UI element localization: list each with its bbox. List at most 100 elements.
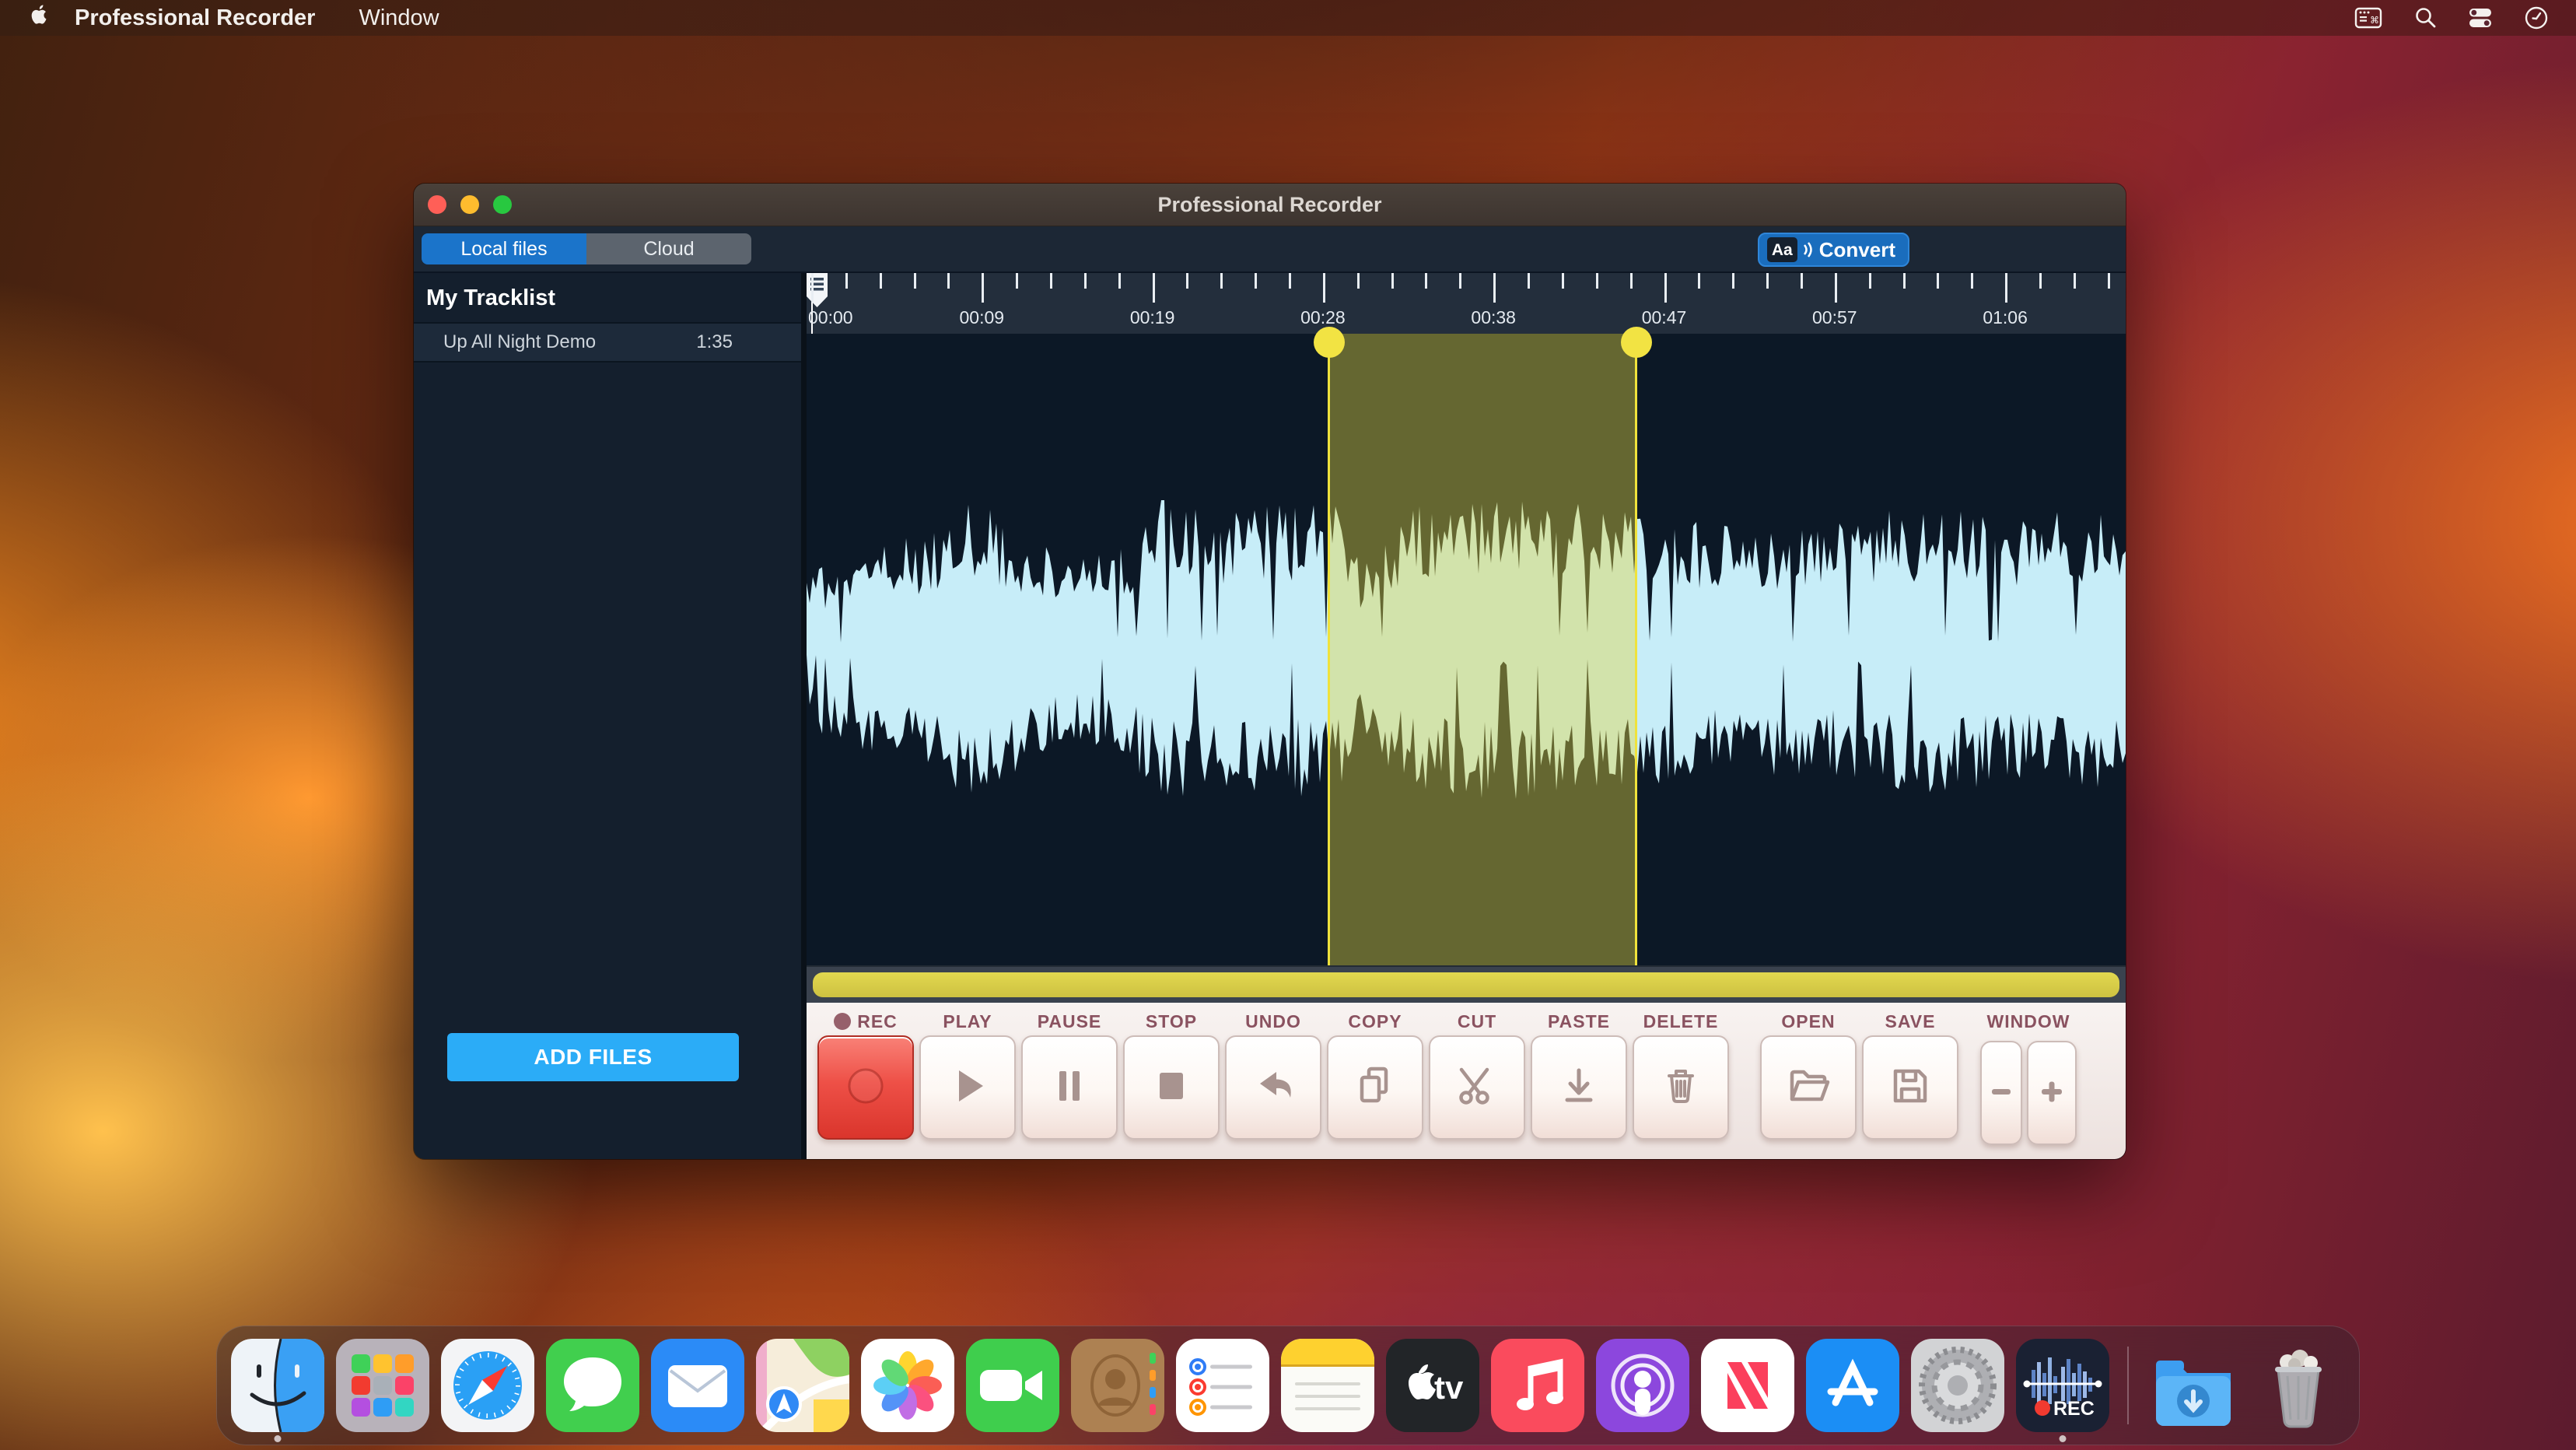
plus-button[interactable] [2027, 1041, 2077, 1145]
keyboard-input-icon[interactable]: ⌘ [2354, 5, 2383, 30]
undo-button[interactable] [1225, 1035, 1321, 1140]
ruler-tick [1425, 273, 1427, 289]
dock-notes-icon[interactable] [1281, 1339, 1374, 1432]
editor-area: 00:0000:0900:1900:2800:3800:4700:5701:06… [807, 273, 2126, 1159]
toolbar-label-window: WINDOW [1987, 1007, 2070, 1035]
dock-podcasts-icon[interactable] [1596, 1339, 1689, 1432]
close-button[interactable] [428, 195, 446, 214]
clock-icon[interactable] [2523, 5, 2550, 31]
ruler-tick [2039, 273, 2042, 289]
svg-text:REC: REC [2053, 1398, 2095, 1420]
ruler-tick [914, 273, 916, 289]
dock-reminders-icon[interactable] [1176, 1339, 1269, 1432]
time-label: 01:06 [1983, 307, 2028, 328]
menu-item-window[interactable]: Window [359, 5, 439, 31]
selection-region[interactable] [1328, 334, 1637, 965]
dock-messages-icon[interactable] [546, 1339, 639, 1432]
convert-label: Convert [1819, 238, 1895, 262]
rec-button[interactable] [817, 1035, 914, 1140]
save-icon [1885, 1061, 1935, 1115]
dock-app-store-icon[interactable] [1806, 1339, 1899, 1432]
save-button[interactable] [1862, 1035, 1958, 1140]
play-icon [943, 1061, 992, 1115]
menu-app-name[interactable]: Professional Recorder [75, 5, 315, 31]
tab-bar: Local files Cloud Aa Convert [414, 226, 2126, 273]
ruler-tick [1289, 273, 1291, 289]
ruler-tick [1493, 273, 1496, 303]
toolbar-label-copy: COPY [1348, 1007, 1402, 1035]
convert-button[interactable]: Aa Convert [1758, 233, 1909, 267]
dock-contacts-icon[interactable] [1071, 1339, 1164, 1432]
ruler-tick [947, 273, 950, 289]
control-center-icon[interactable] [2467, 5, 2494, 30]
svg-text:tv: tv [1434, 1369, 1464, 1406]
ruler-tick [1801, 273, 1803, 289]
ruler-tick [982, 273, 984, 303]
dock-trash-icon[interactable] [2252, 1339, 2345, 1432]
cut-icon [1452, 1061, 1502, 1115]
menubar-status-icons: ⌘ [2354, 5, 2550, 31]
ruler-tick [1732, 273, 1734, 289]
toolbar-label-stop: STOP [1146, 1007, 1197, 1035]
delete-button[interactable] [1633, 1035, 1729, 1140]
pause-button[interactable] [1021, 1035, 1118, 1140]
zoom-button[interactable] [493, 195, 512, 214]
paste-button[interactable] [1531, 1035, 1627, 1140]
selection-start-handle[interactable] [1314, 327, 1345, 358]
dock-mail-icon[interactable] [651, 1339, 744, 1432]
dock-facetime-icon[interactable] [966, 1339, 1059, 1432]
ruler-tick [845, 273, 848, 289]
waveform-area[interactable] [807, 334, 2126, 965]
time-label: 00:00 [808, 307, 853, 328]
time-label: 00:47 [1642, 307, 1687, 328]
transport-toolbar: RECPLAYPAUSESTOPUNDOCOPYCUTPASTEDELETEOP… [807, 1003, 2126, 1159]
apple-menu-icon[interactable] [26, 3, 47, 33]
ruler-tick [1050, 273, 1052, 289]
tracklist-header: My Tracklist [414, 273, 801, 324]
track-row[interactable]: Up All Night Demo 1:35 [414, 324, 801, 362]
play-button[interactable] [919, 1035, 1016, 1140]
search-icon[interactable] [2413, 5, 2438, 30]
toolbar-label-delete: DELETE [1643, 1007, 1719, 1035]
minimize-button[interactable] [460, 195, 479, 214]
dock-professional-recorder-icon[interactable]: REC [2016, 1339, 2109, 1432]
selection-end-handle[interactable] [1621, 327, 1652, 358]
open-button[interactable] [1760, 1035, 1857, 1140]
dock-downloads-icon[interactable] [2147, 1339, 2240, 1432]
add-files-button[interactable]: ADD FILES [447, 1033, 739, 1081]
dock-maps-icon[interactable] [756, 1339, 849, 1432]
dock-finder-icon[interactable] [231, 1339, 324, 1432]
tab-cloud[interactable]: Cloud [586, 233, 751, 264]
dock-launchpad-icon[interactable] [336, 1339, 429, 1432]
minus-icon [1984, 1066, 2018, 1120]
files-source-segmented-control: Local files Cloud [422, 233, 751, 264]
time-label: 00:38 [1471, 307, 1516, 328]
dock-settings-icon[interactable] [1911, 1339, 2004, 1432]
dock-safari-icon[interactable] [441, 1339, 534, 1432]
dock-apple-tv-icon[interactable]: tv [1386, 1339, 1479, 1432]
toolbar-label-cut: CUT [1458, 1007, 1496, 1035]
menu-bar: Professional Recorder Window ⌘ [0, 0, 2576, 36]
toolbar-label-pause: PAUSE [1038, 1007, 1102, 1035]
toolbar-label-play: PLAY [943, 1007, 992, 1035]
ruler-tick [811, 273, 814, 303]
dock-photos-icon[interactable] [861, 1339, 954, 1432]
tab-local-files[interactable]: Local files [422, 233, 586, 264]
timeline-ruler[interactable]: 00:0000:0900:1900:2800:3800:4700:5701:06 [807, 273, 2126, 334]
dock-divider [2127, 1347, 2129, 1424]
cut-button[interactable] [1429, 1035, 1525, 1140]
minus-button[interactable] [1980, 1041, 2022, 1145]
ruler-tick [1118, 273, 1121, 289]
stop-button[interactable] [1123, 1035, 1220, 1140]
track-name: Up All Night Demo [414, 331, 696, 353]
ruler-tick [1664, 273, 1667, 303]
dock-music-icon[interactable] [1491, 1339, 1584, 1432]
window-titlebar[interactable]: Professional Recorder [414, 184, 2126, 226]
toolbar-group: OPENSAVE [1760, 1007, 1958, 1140]
dock-news-icon[interactable] [1701, 1339, 1794, 1432]
time-label: 00:19 [1130, 307, 1175, 328]
running-indicator-dot [275, 1435, 282, 1442]
copy-button[interactable] [1327, 1035, 1423, 1140]
horizontal-scrollbar[interactable] [813, 972, 2119, 997]
ruler-tick [1186, 273, 1188, 289]
